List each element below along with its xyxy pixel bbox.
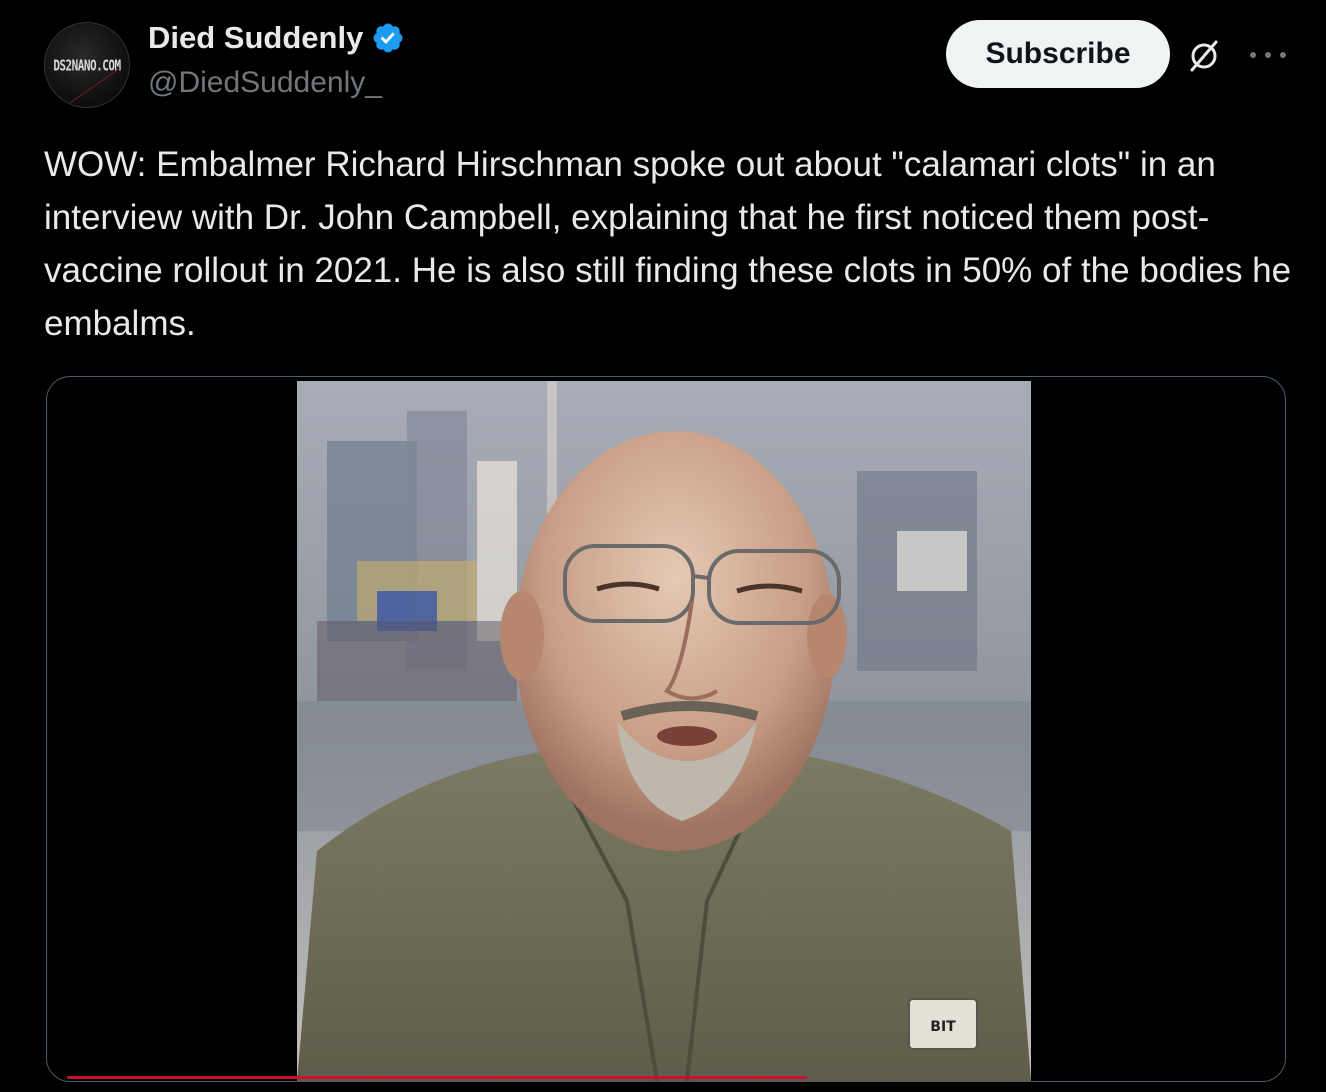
verified-badge-icon[interactable]	[371, 21, 405, 55]
grok-icon[interactable]	[1186, 38, 1222, 74]
video-thumbnail[interactable]: BIT	[297, 381, 1031, 1081]
more-dot	[1280, 52, 1286, 58]
tweet-text: WOW: Embalmer Richard Hirschman spoke ou…	[44, 145, 1292, 343]
author-name-row: Died Suddenly	[148, 20, 405, 56]
video-player[interactable]: BIT	[46, 376, 1286, 1082]
more-dot	[1265, 52, 1271, 58]
video-progress-bar[interactable]	[67, 1076, 807, 1079]
more-dot	[1250, 52, 1256, 58]
avatar-logo-text: DS2NANO.COM	[53, 55, 121, 75]
shirt-badge-text: BIT	[930, 1019, 956, 1035]
author-handle[interactable]: @DiedSuddenly_	[148, 66, 382, 100]
author-display-name[interactable]: Died Suddenly	[148, 20, 363, 56]
subscribe-button[interactable]: Subscribe	[946, 20, 1170, 88]
more-options-icon[interactable]	[1250, 40, 1286, 70]
avatar[interactable]: DS2NANO.COM	[44, 22, 130, 108]
tweet: DS2NANO.COM Died Suddenly @DiedSuddenly_…	[0, 0, 1326, 1092]
